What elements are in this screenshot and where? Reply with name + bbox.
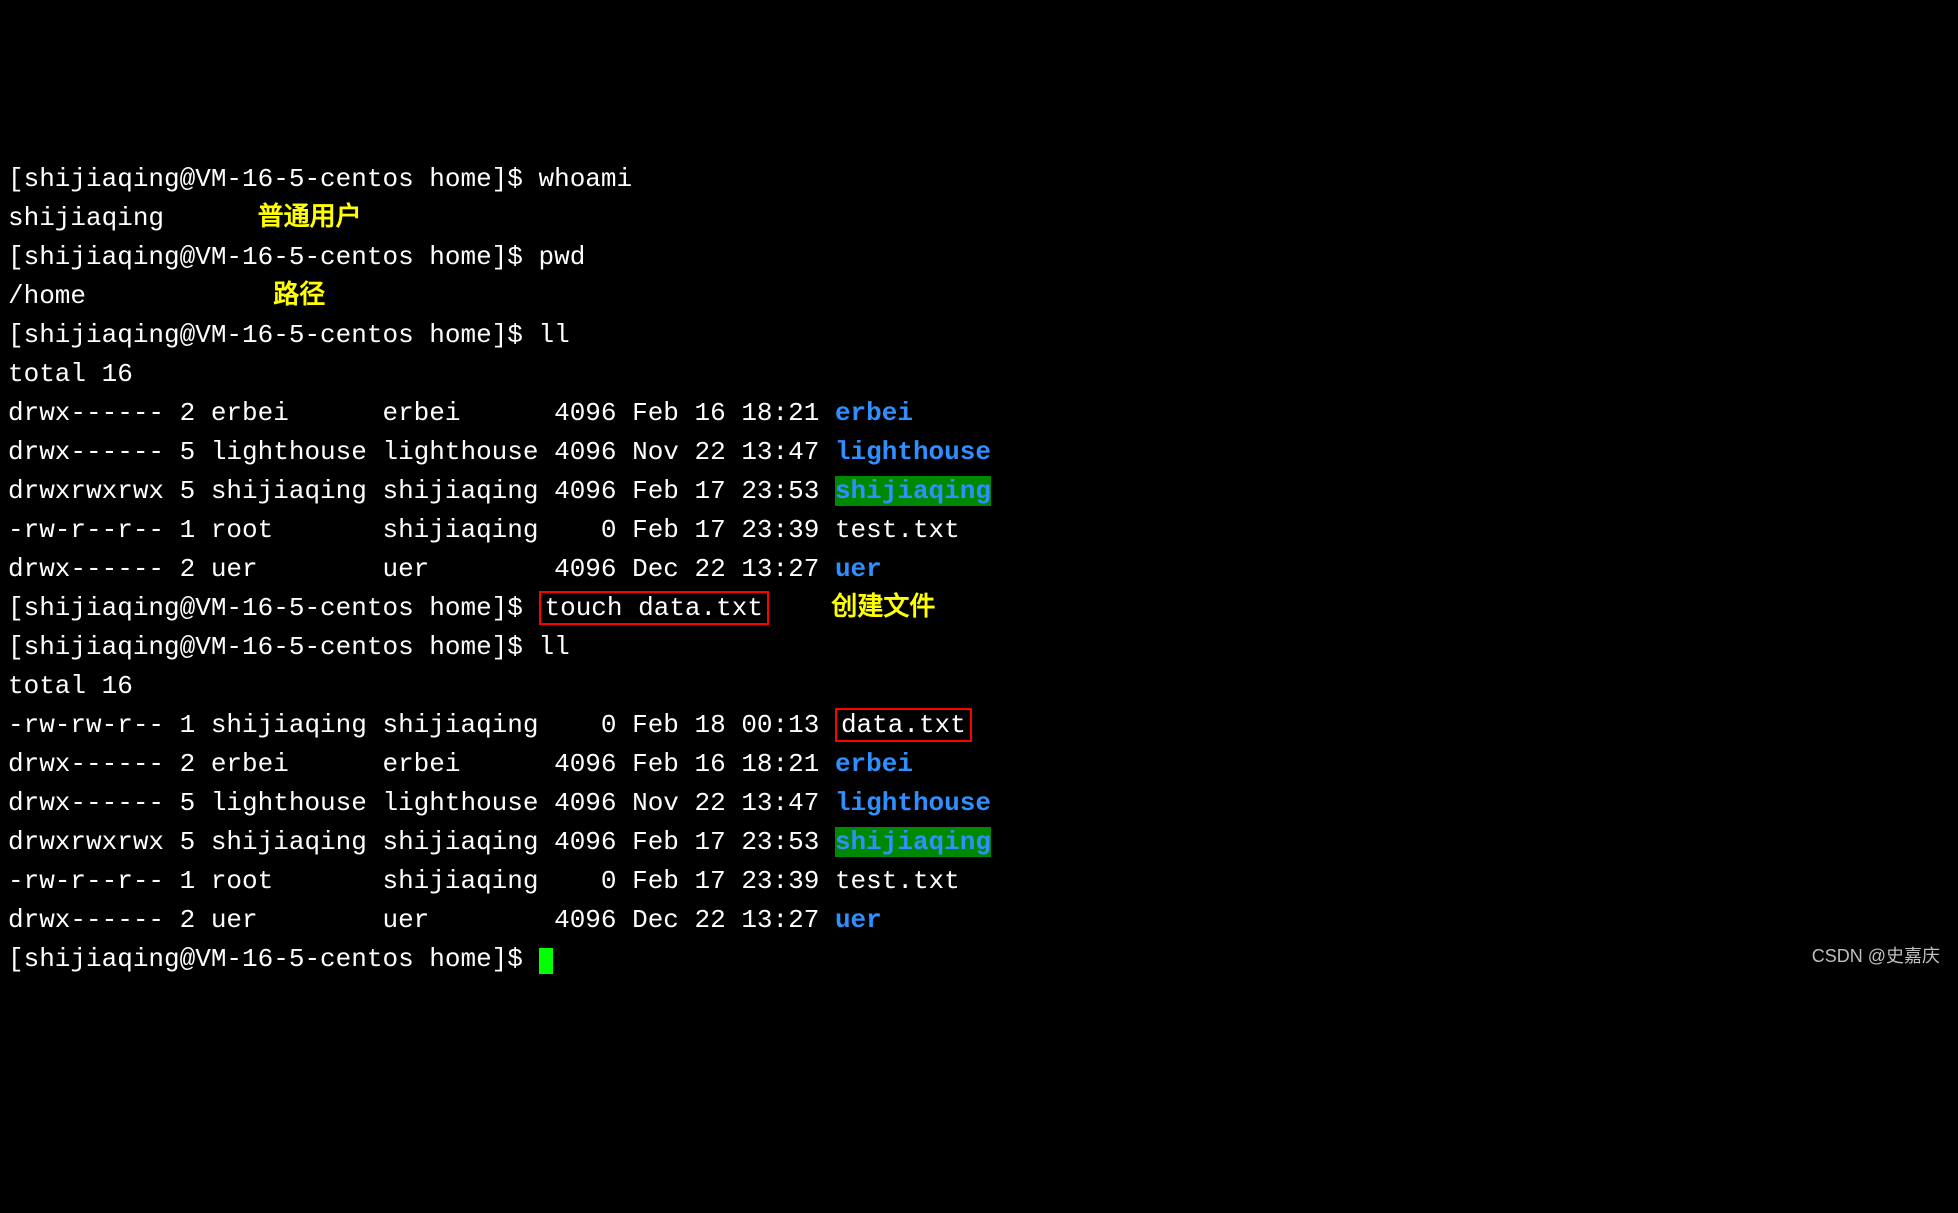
listing-row: drwx------ 2 uer uer 4096 Dec 22 13:27 u… <box>8 901 1950 940</box>
file-name: test.txt <box>835 866 960 896</box>
listing-row: -rw-r--r-- 1 root shijiaqing 0 Feb 17 23… <box>8 862 1950 901</box>
file-name: data.txt <box>841 710 966 740</box>
output-line: /home 路径 <box>8 277 1950 316</box>
annotation-path: 路径 <box>273 281 325 311</box>
listing-row: drwx------ 5 lighthouse lighthouse 4096 … <box>8 433 1950 472</box>
command: whoami <box>539 164 633 194</box>
file-name: erbei <box>835 749 913 779</box>
cursor <box>539 948 553 974</box>
listing-row: -rw-rw-r-- 1 shijiaqing shijiaqing 0 Feb… <box>8 706 1950 745</box>
listing-row: drwx------ 2 erbei erbei 4096 Feb 16 18:… <box>8 394 1950 433</box>
file-name: lighthouse <box>835 437 991 467</box>
prompt-line: [shijiaqing@VM-16-5-centos home]$ touch … <box>8 589 1950 628</box>
listing-row: drwx------ 2 erbei erbei 4096 Feb 16 18:… <box>8 745 1950 784</box>
prompt: [shijiaqing@VM-16-5-centos home]$ <box>8 593 539 623</box>
listing-row: drwxrwxrwx 5 shijiaqing shijiaqing 4096 … <box>8 472 1950 511</box>
prompt: [shijiaqing@VM-16-5-centos home]$ <box>8 944 539 974</box>
output-line: shijiaqing 普通用户 <box>8 199 1950 238</box>
file-name: test.txt <box>835 515 960 545</box>
file-name: lighthouse <box>835 788 991 818</box>
file-name: uer <box>835 905 882 935</box>
annotation-create-file: 创建文件 <box>831 593 935 623</box>
highlighted-command: touch data.txt <box>539 591 769 625</box>
command: ll <box>539 632 570 662</box>
prompt: [shijiaqing@VM-16-5-centos home]$ <box>8 242 539 272</box>
prompt: [shijiaqing@VM-16-5-centos home]$ <box>8 320 539 350</box>
file-name: uer <box>835 554 882 584</box>
terminal-output[interactable]: [shijiaqing@VM-16-5-centos home]$ whoami… <box>8 160 1950 979</box>
output-line: total 16 <box>8 355 1950 394</box>
file-name: erbei <box>835 398 913 428</box>
listing-row: drwx------ 5 lighthouse lighthouse 4096 … <box>8 784 1950 823</box>
prompt-line: [shijiaqing@VM-16-5-centos home]$ ll <box>8 316 1950 355</box>
output-line: total 16 <box>8 667 1950 706</box>
file-name: shijiaqing <box>835 476 991 506</box>
prompt: [shijiaqing@VM-16-5-centos home]$ <box>8 632 539 662</box>
prompt-line: [shijiaqing@VM-16-5-centos home]$ pwd <box>8 238 1950 277</box>
listing-row: drwxrwxrwx 5 shijiaqing shijiaqing 4096 … <box>8 823 1950 862</box>
file-name: shijiaqing <box>835 827 991 857</box>
command: pwd <box>539 242 586 272</box>
annotation-ordinary-user: 普通用户 <box>258 203 362 233</box>
watermark: CSDN @史嘉庆 <box>1812 943 1940 970</box>
prompt: [shijiaqing@VM-16-5-centos home]$ <box>8 164 539 194</box>
highlighted-file: data.txt <box>835 708 972 742</box>
listing-row: drwx------ 2 uer uer 4096 Dec 22 13:27 u… <box>8 550 1950 589</box>
prompt-line: [shijiaqing@VM-16-5-centos home]$ ll <box>8 628 1950 667</box>
prompt-line: [shijiaqing@VM-16-5-centos home]$ <box>8 940 1950 979</box>
listing-row: -rw-r--r-- 1 root shijiaqing 0 Feb 17 23… <box>8 511 1950 550</box>
command: ll <box>539 320 570 350</box>
prompt-line: [shijiaqing@VM-16-5-centos home]$ whoami <box>8 160 1950 199</box>
